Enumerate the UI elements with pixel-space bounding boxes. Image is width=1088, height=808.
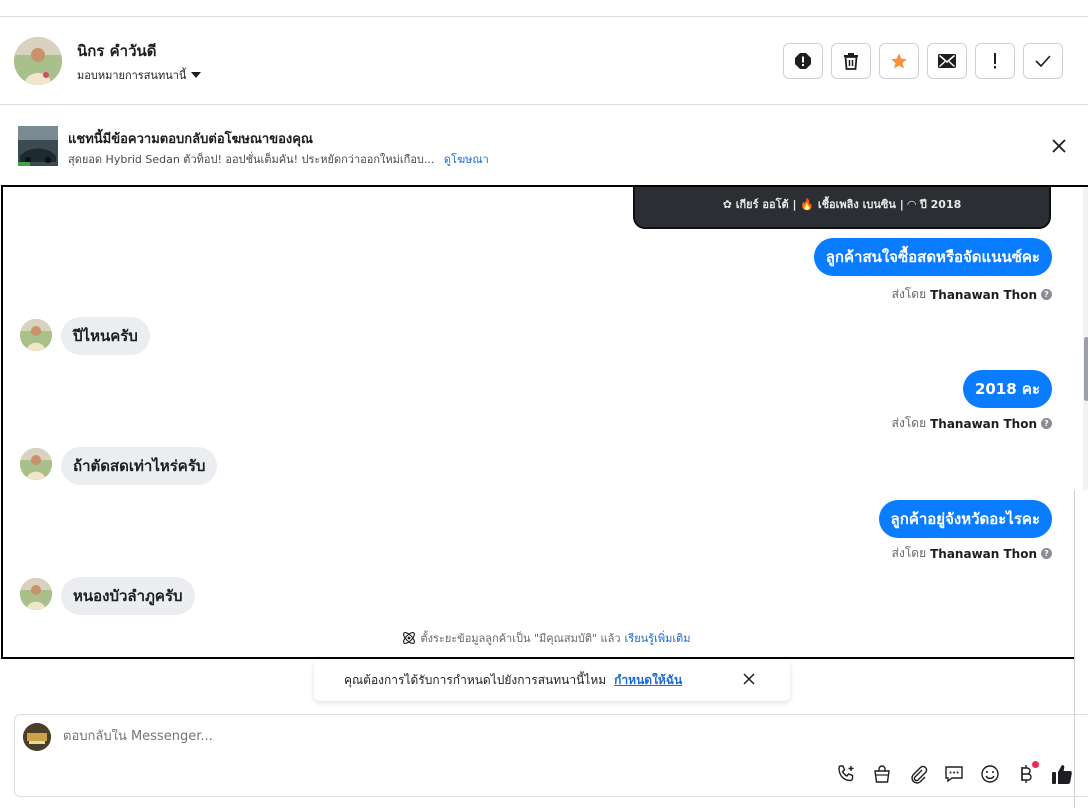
- attach-button[interactable]: [907, 763, 929, 785]
- help-icon[interactable]: ?: [1041, 289, 1052, 300]
- scrollbar-thumb[interactable]: [1084, 337, 1088, 401]
- notification-dot: [1032, 761, 1039, 768]
- sent-by-label: ส่งโดย Thanawan Thon ?: [892, 414, 1052, 433]
- ad-banner-title: แชทนี้มีข้อความตอบกลับต่อโฆษณาของคุณ: [68, 132, 313, 147]
- ad-description-text: สุดยอด Hybrid Sedan ตัวท็อป! ออปชั่นเต็ม…: [68, 153, 435, 166]
- sent-by-name: Thanawan Thon: [930, 287, 1037, 302]
- ad-reply-banner: แชทนี้มีข้อความตอบกลับต่อโฆษณาของคุณ สุด…: [0, 106, 1088, 186]
- close-banner-button[interactable]: [1050, 137, 1068, 155]
- star-button[interactable]: [879, 43, 919, 79]
- outgoing-message[interactable]: 2018 คะ: [962, 370, 1052, 408]
- notice-text: ตั้งระยะข้อมูลลูกค้าเป็น "มีคุณสมบัติ" แ…: [420, 632, 621, 645]
- header-actions: [783, 43, 1063, 79]
- ad-card-specs: ✿ เกียร์ ออโต้ | 🔥 เชื้อเพลิง เบนซิน | ◠…: [722, 198, 962, 211]
- star-icon: [891, 53, 907, 69]
- incoming-message[interactable]: ปีไหนครับ: [61, 317, 150, 355]
- outgoing-message[interactable]: ลูกค้าสนใจซื้อสดหรือจัดแนนซ์คะ: [813, 238, 1052, 276]
- contact-avatar-small[interactable]: [20, 448, 52, 480]
- mark-unread-button[interactable]: [927, 43, 967, 79]
- chat-bubble-icon: [945, 766, 963, 783]
- close-toast-button[interactable]: [742, 672, 756, 686]
- sent-by-prefix: ส่งโดย: [891, 416, 927, 430]
- shop-button[interactable]: [871, 763, 893, 785]
- sent-by-label: ส่งโดย Thanawan Thon ?: [892, 544, 1052, 563]
- contact-avatar-small[interactable]: [20, 319, 52, 351]
- ad-banner-description: สุดยอด Hybrid Sedan ตัวท็อป! ออปชั่นเต็ม…: [68, 150, 489, 168]
- outgoing-message[interactable]: ลูกค้าอยู่จังหวัดอะไรคะ: [878, 500, 1052, 538]
- spam-button[interactable]: [783, 43, 823, 79]
- conversation-header: นิกร คำวันดี มอบหมายการสนทนานี้: [0, 17, 1088, 105]
- caret-down-icon: [191, 72, 202, 78]
- messenger-conversation-view: นิกร คำวันดี มอบหมายการสนทนานี้ แชทนี้มี…: [0, 0, 1088, 808]
- sent-by-name: Thanawan Thon: [930, 546, 1037, 561]
- reply-composer: [14, 714, 1088, 797]
- contact-avatar[interactable]: [14, 37, 62, 85]
- emoji-icon: [981, 765, 999, 783]
- sent-by-prefix: ส่งโดย: [891, 546, 927, 560]
- mark-done-button[interactable]: [1023, 43, 1063, 79]
- emoji-button[interactable]: [979, 763, 1001, 785]
- baht-icon: [1021, 765, 1032, 783]
- assign-prompt-toast: คุณต้องการได้รับการกำหนดไปยังการสนทนานี้…: [314, 660, 790, 701]
- delete-button[interactable]: [831, 43, 871, 79]
- thumbs-up-icon: [1052, 765, 1072, 784]
- assign-conversation-dropdown[interactable]: มอบหมายการสนทนานี้: [77, 66, 202, 84]
- mail-icon: [938, 54, 956, 68]
- reply-input[interactable]: [63, 729, 663, 744]
- assign-prompt-text: คุณต้องการได้รับการกำหนดไปยังการสนทนานี้…: [344, 673, 607, 687]
- call-button[interactable]: [835, 763, 857, 785]
- atom-icon: [402, 632, 415, 644]
- contact-name: นิกร คำวันดี: [77, 42, 157, 60]
- exclamation-icon: [994, 53, 996, 69]
- saved-replies-button[interactable]: [943, 763, 965, 785]
- incoming-message[interactable]: หนองบัวลำภูครับ: [61, 577, 195, 615]
- help-icon[interactable]: ?: [1041, 548, 1052, 559]
- page-avatar: [23, 723, 51, 751]
- view-ad-link[interactable]: ดูโฆษณา: [444, 153, 489, 166]
- message-thread[interactable]: ✿ เกียร์ ออโต้ | 🔥 เชื้อเพลิง เบนซิน | ◠…: [1, 185, 1088, 659]
- learn-more-link[interactable]: เรียนรู้เพิ่มเติม: [625, 629, 691, 647]
- like-button[interactable]: [1051, 763, 1073, 785]
- close-icon: [1052, 139, 1066, 153]
- follow-up-button[interactable]: [975, 43, 1015, 79]
- incoming-message[interactable]: ถ้าตัดสดเท่าไหร่ครับ: [61, 447, 218, 485]
- composer-toolbar: [835, 761, 1073, 785]
- check-icon: [1035, 55, 1051, 67]
- sent-by-prefix: ส่งโดย: [891, 287, 927, 301]
- qualified-status-notice: ตั้งระยะข้อมูลลูกค้าเป็น "มีคุณสมบัติ" แ…: [3, 629, 1088, 647]
- help-icon[interactable]: ?: [1041, 418, 1052, 429]
- assign-to-me-link[interactable]: กำหนดให้ฉัน: [614, 671, 682, 690]
- close-icon: [743, 673, 755, 685]
- call-add-icon: [838, 765, 854, 782]
- assign-label: มอบหมายการสนทนานี้: [77, 69, 187, 82]
- shopping-bag-icon: [874, 765, 890, 783]
- spam-icon: [795, 53, 811, 69]
- contact-avatar-small[interactable]: [20, 578, 52, 610]
- sent-by-name: Thanawan Thon: [930, 416, 1037, 431]
- sent-by-label: ส่งโดย Thanawan Thon ?: [892, 285, 1052, 304]
- payment-button[interactable]: [1015, 761, 1039, 785]
- paperclip-icon: [911, 765, 928, 784]
- ad-thumbnail[interactable]: [18, 126, 58, 166]
- ad-card-preview[interactable]: ✿ เกียร์ ออโต้ | 🔥 เชื้อเพลิง เบนซิน | ◠…: [633, 187, 1051, 229]
- trash-icon: [844, 53, 858, 70]
